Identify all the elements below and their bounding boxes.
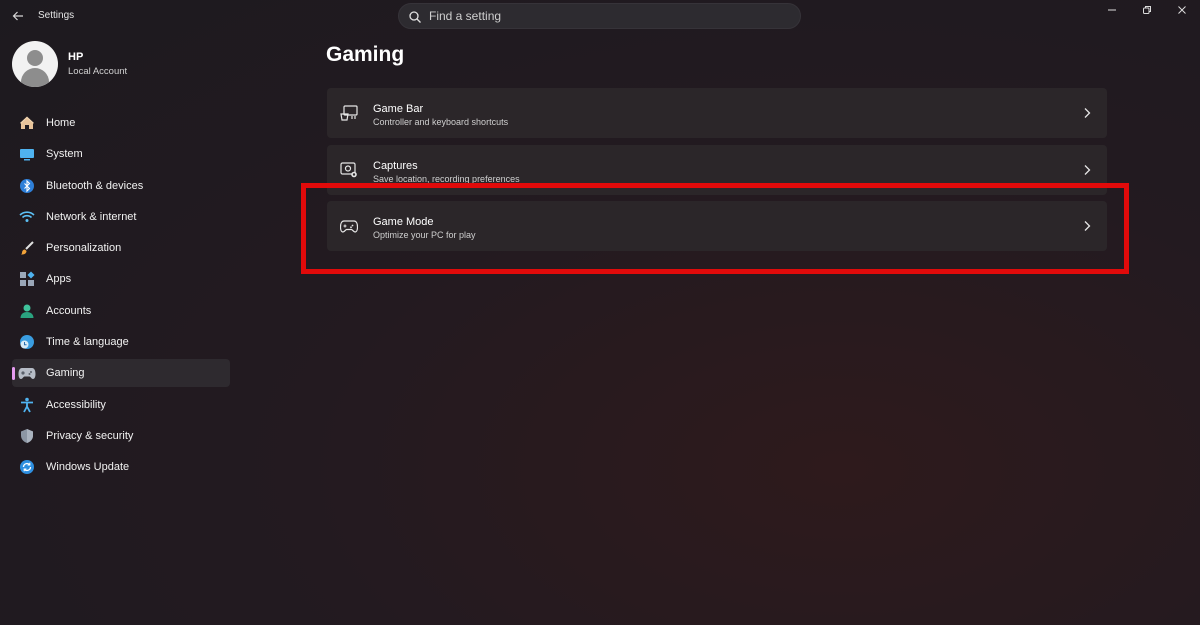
sidebar-item-privacy-security[interactable]: Privacy & security bbox=[12, 422, 230, 450]
game-bar-icon bbox=[339, 103, 359, 123]
sidebar-item-personalization[interactable]: Personalization bbox=[12, 234, 230, 262]
wifi-icon bbox=[18, 208, 36, 226]
sidebar-item-time-language[interactable]: Time & language bbox=[12, 328, 230, 356]
sidebar-item-network[interactable]: Network & internet bbox=[12, 203, 230, 231]
update-icon bbox=[18, 458, 36, 476]
chevron-right-icon bbox=[1081, 163, 1093, 177]
close-icon bbox=[1178, 6, 1186, 14]
avatar bbox=[12, 41, 58, 87]
search-box[interactable] bbox=[398, 3, 801, 29]
search-icon bbox=[409, 11, 421, 23]
accessibility-icon bbox=[18, 396, 36, 414]
brush-icon bbox=[18, 239, 36, 257]
close-button[interactable] bbox=[1167, 0, 1197, 20]
chevron-right-icon bbox=[1081, 219, 1093, 233]
card-title: Captures bbox=[373, 160, 418, 172]
game-mode-card[interactable]: Game Mode Optimize your PC for play bbox=[327, 201, 1107, 251]
minimize-button[interactable] bbox=[1097, 0, 1127, 20]
app-title: Settings bbox=[38, 10, 75, 21]
sidebar-item-label: Accounts bbox=[46, 304, 92, 317]
restore-icon bbox=[1143, 6, 1151, 14]
sidebar-item-home[interactable]: Home bbox=[12, 109, 230, 137]
time-language-icon bbox=[18, 333, 36, 351]
card-subtitle: Optimize your PC for play bbox=[373, 230, 476, 240]
back-button[interactable] bbox=[8, 6, 28, 26]
bluetooth-icon bbox=[18, 177, 36, 195]
captures-card[interactable]: Captures Save location, recording prefer… bbox=[327, 145, 1107, 195]
accounts-icon bbox=[18, 302, 36, 320]
sidebar-item-label: Windows Update bbox=[46, 461, 130, 474]
sidebar-item-label: Gaming bbox=[46, 367, 85, 380]
sidebar-item-label: Privacy & security bbox=[46, 429, 134, 442]
sidebar-item-label: Time & language bbox=[46, 336, 129, 349]
sidebar-item-gaming[interactable]: Gaming bbox=[12, 359, 230, 388]
restore-button[interactable] bbox=[1132, 0, 1162, 20]
profile-account-type: Local Account bbox=[68, 66, 128, 77]
card-title: Game Mode bbox=[373, 216, 434, 228]
card-subtitle: Controller and keyboard shortcuts bbox=[373, 117, 509, 127]
sidebar-item-label: System bbox=[46, 148, 83, 161]
sidebar-item-label: Network & internet bbox=[46, 210, 137, 223]
card-subtitle: Save location, recording preferences bbox=[373, 174, 520, 184]
sidebar-item-label: Accessibility bbox=[46, 398, 106, 411]
home-icon bbox=[18, 114, 36, 132]
back-arrow-icon bbox=[12, 11, 23, 21]
sidebar-item-apps[interactable]: Apps bbox=[12, 265, 230, 293]
sidebar-item-accessibility[interactable]: Accessibility bbox=[12, 391, 230, 419]
sidebar-item-accounts[interactable]: Accounts bbox=[12, 297, 230, 325]
game-mode-icon bbox=[339, 216, 359, 236]
game-bar-card[interactable]: Game Bar Controller and keyboard shortcu… bbox=[327, 88, 1107, 138]
sidebar-item-bluetooth[interactable]: Bluetooth & devices bbox=[12, 172, 230, 200]
sidebar-item-label: Home bbox=[46, 117, 76, 129]
chevron-right-icon bbox=[1081, 106, 1093, 120]
shield-icon bbox=[18, 427, 36, 445]
sidebar-nav: Home System Bluetooth & devices Network … bbox=[12, 109, 230, 485]
profile-name: HP bbox=[68, 51, 84, 63]
apps-icon bbox=[18, 270, 36, 288]
system-icon bbox=[18, 145, 36, 163]
sidebar-item-label: Personalization bbox=[46, 242, 122, 255]
search-input[interactable] bbox=[429, 6, 789, 26]
sidebar-item-windows-update[interactable]: Windows Update bbox=[12, 453, 230, 481]
title-bar: Settings bbox=[0, 0, 1200, 32]
page-title: Gaming bbox=[326, 43, 405, 66]
user-profile[interactable]: HP Local Account bbox=[12, 40, 127, 88]
sidebar-item-system[interactable]: System bbox=[12, 140, 230, 168]
sidebar-item-label: Bluetooth & devices bbox=[46, 179, 144, 192]
card-title: Game Bar bbox=[373, 103, 424, 115]
gaming-icon bbox=[18, 364, 36, 382]
captures-icon bbox=[339, 160, 359, 180]
minimize-icon bbox=[1108, 9, 1116, 11]
sidebar-item-label: Apps bbox=[46, 273, 72, 286]
